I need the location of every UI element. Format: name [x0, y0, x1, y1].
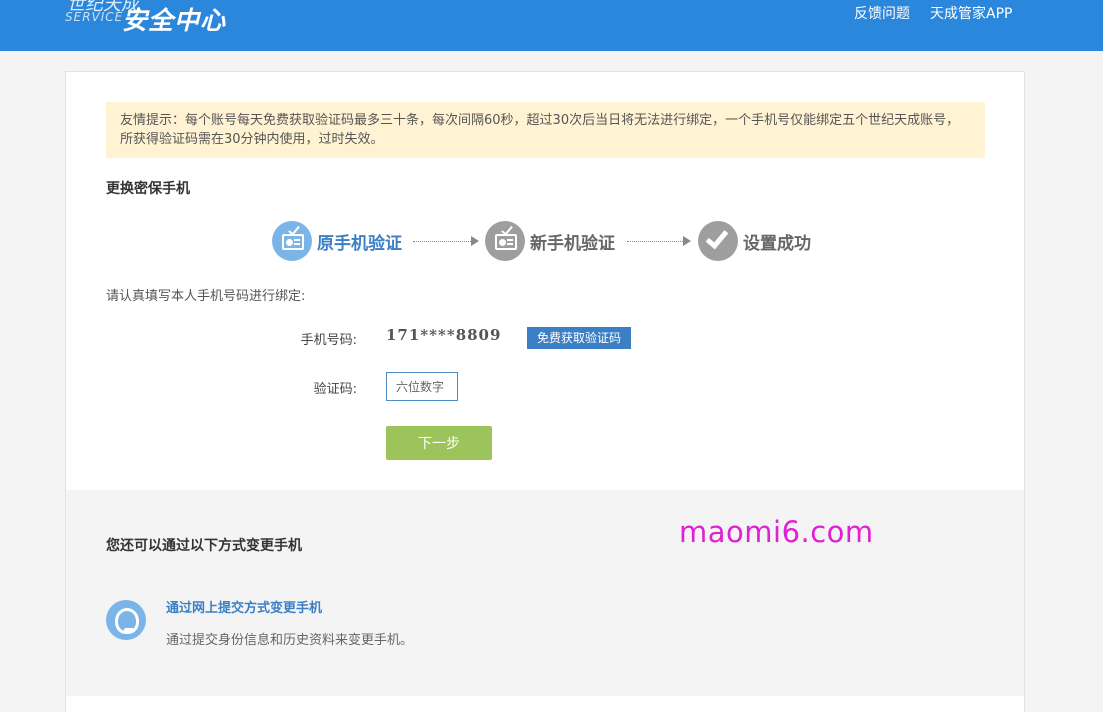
main-card: 友情提示：每个账号每天免费获取验证码最多三十条，每次间隔60秒，超过30次后当日… [65, 71, 1025, 712]
step-label: 原手机验证 [317, 233, 402, 254]
phone-number-value: 171****8809 [386, 326, 502, 344]
alternative-methods: 您还可以通过以下方式变更手机 maomi6.com 通过网上提交方式变更手机 通… [66, 490, 1024, 696]
top-header: 世纪天成 SERVICE 安全中心 反馈问题 天成管家APP [0, 0, 1103, 51]
nav-app-link[interactable]: 天成管家APP [930, 3, 1012, 23]
notice-banner: 友情提示：每个账号每天免费获取验证码最多三十条，每次间隔60秒，超过30次后当日… [106, 102, 985, 158]
check-icon [698, 221, 738, 261]
id-card-check-icon [272, 221, 312, 261]
logo-service-text: SERVICE [65, 10, 124, 24]
alternative-description: 通过提交身份信息和历史资料来变更手机。 [166, 633, 414, 648]
section-title: 更换密保手机 [106, 181, 190, 197]
phone-label: 手机号码: [300, 333, 357, 348]
get-code-button[interactable]: 免费获取验证码 [527, 327, 631, 349]
step-success: 设置成功 [698, 220, 811, 262]
form-intro: 请认真填写本人手机号码进行绑定: [106, 289, 306, 304]
code-label: 验证码: [313, 382, 357, 397]
logo-title: 安全中心 [122, 6, 227, 35]
step-original-phone: 原手机验证 [272, 220, 402, 262]
verification-code-input[interactable] [386, 372, 458, 401]
step-new-phone: 新手机验证 [485, 220, 615, 262]
step-label: 设置成功 [743, 233, 811, 254]
step-arrow-icon [627, 236, 691, 246]
site-logo[interactable]: 世纪天成 SERVICE 安全中心 [64, 0, 234, 40]
id-card-check-icon [485, 221, 525, 261]
alternative-title: 您还可以通过以下方式变更手机 [106, 538, 302, 554]
step-arrow-icon [413, 236, 479, 246]
customer-service-icon [106, 600, 146, 640]
online-submit-link[interactable]: 通过网上提交方式变更手机 [166, 597, 322, 616]
next-step-button[interactable]: 下一步 [386, 426, 492, 460]
step-label: 新手机验证 [530, 233, 615, 254]
nav-feedback-link[interactable]: 反馈问题 [854, 3, 910, 23]
watermark: maomi6.com [679, 515, 874, 549]
